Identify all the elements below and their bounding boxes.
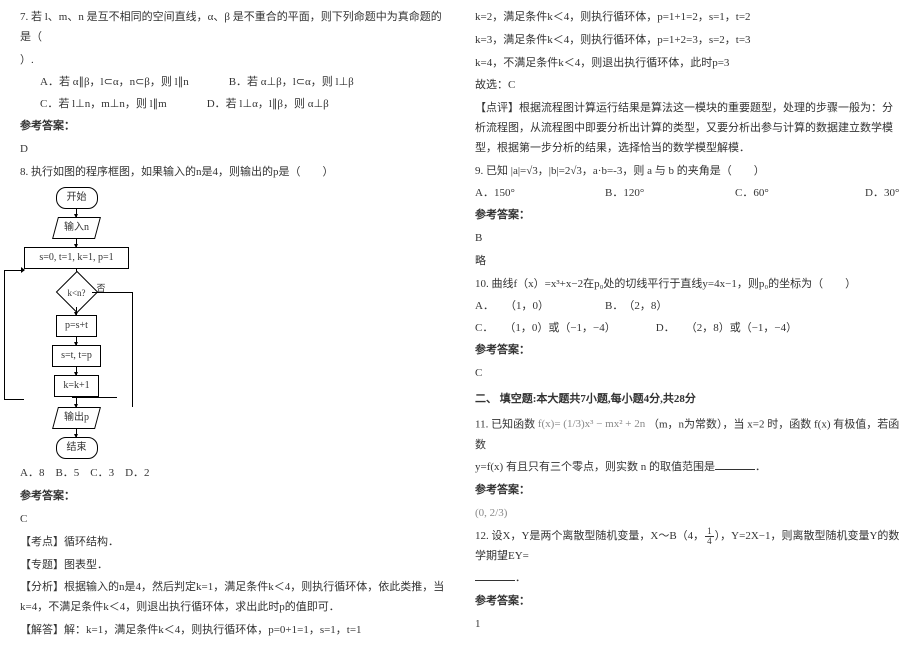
q10-answer: C bbox=[475, 364, 900, 384]
q8-answer: C bbox=[20, 510, 445, 530]
q11-blank bbox=[715, 458, 755, 470]
flow-init: s=0, t=1, k=1, p=1 bbox=[24, 247, 129, 269]
q10-opt-c: C． （1，0）或（−1，−4） bbox=[475, 319, 616, 339]
q7-opt-b: B．若 α⊥β，l⊂α，则 l⊥β bbox=[229, 73, 354, 93]
q7-opt-d: D．若 l⊥α，l∥β，则 α⊥β bbox=[207, 95, 329, 115]
flow-step2: s=t, t=p bbox=[52, 345, 101, 367]
q7-answer: D bbox=[20, 140, 445, 160]
q9-note: 略 bbox=[475, 252, 900, 272]
flow-step3: k=k+1 bbox=[54, 375, 98, 397]
flow-cond: k<n? 否 bbox=[52, 277, 102, 307]
q8-ex2: 【专题】图表型． bbox=[20, 556, 445, 576]
q11-stem-line2: y=f(x) 有且只有三个零点，则实数 n 的取值范围是． bbox=[475, 458, 900, 478]
flow-output: 输出p bbox=[52, 407, 101, 429]
q12-fraction: 14 bbox=[705, 527, 714, 546]
flowchart: 开始 输入n s=0, t=1, k=1, p=1 k<n? 否 p=s+t s… bbox=[24, 187, 445, 459]
q9-answer: B bbox=[475, 229, 900, 249]
q12-stem: 12. 设X，Y是两个离散型随机变量，X～B（4，14），Y=2X−1，则离散型… bbox=[475, 527, 900, 567]
q8-ex1: 【考点】循环结构． bbox=[20, 533, 445, 553]
q9-opt-a: A．150° bbox=[475, 184, 565, 204]
q7-opt-c: C．若 l⊥n，m⊥n，则 l∥m bbox=[40, 95, 167, 115]
q7-stem-line1: 7. 若 l、m、n 是互不相同的空间直线，α、β 是不重合的平面，则下列命题中… bbox=[20, 8, 445, 48]
q10-opt-d: D． （2，8）或（−1，−4） bbox=[656, 319, 797, 339]
flow-step1: p=s+t bbox=[56, 315, 97, 337]
q12-stem-line2: ． bbox=[475, 569, 900, 589]
q12-blank bbox=[475, 569, 515, 581]
q7-opt-a: A．若 α∥β，l⊂α，n⊂β，则 l∥n bbox=[40, 73, 189, 93]
q9-stem: 9. 已知 |a|=√3，|b|=2√3，a·b=-3，则 a 与 b 的夹角是… bbox=[475, 162, 900, 182]
q10-answer-label: 参考答案： bbox=[475, 341, 900, 361]
q8-ex4: 【解答】解：k=1，满足条件k＜4，则执行循环体，p=0+1=1，s=1，t=1 bbox=[20, 621, 445, 641]
q8-cont1: k=2，满足条件k＜4，则执行循环体，p=1+1=2，s=1，t=2 bbox=[475, 8, 900, 28]
q8-stem: 8. 执行如图的程序框图，如果输入的n是4，则输出的p是（ ） bbox=[20, 163, 445, 183]
flow-end: 结束 bbox=[56, 437, 98, 459]
q12-answer-label: 参考答案： bbox=[475, 592, 900, 612]
q9-opt-d: D．30° bbox=[865, 184, 920, 204]
flow-input: 输入n bbox=[52, 217, 101, 239]
q10-opt-b: B． （2，8） bbox=[605, 297, 695, 317]
q7-answer-label: 参考答案： bbox=[20, 117, 445, 137]
q8-answer-label: 参考答案： bbox=[20, 487, 445, 507]
flow-start: 开始 bbox=[56, 187, 98, 209]
q12-answer: 1 bbox=[475, 615, 900, 635]
q7-stem-line2: ）. bbox=[20, 51, 445, 71]
q10-stem: 10. 曲线f（x）=x³+x−2在p₀处的切线平行于直线y=4x−1，则p₀的… bbox=[475, 275, 900, 295]
section-title-fill: 二、 填空题:本大题共7小题,每小题4分,共28分 bbox=[475, 390, 900, 410]
q8-cont2: k=3，满足条件k＜4，则执行循环体，p=1+2=3，s=2，t=3 bbox=[475, 31, 900, 51]
q10-opt-a: A． （1，0） bbox=[475, 297, 565, 317]
q8-cont3: k=4，不满足条件k＜4，则退出执行循环体，此时p=3 bbox=[475, 54, 900, 74]
q11-answer-label: 参考答案： bbox=[475, 481, 900, 501]
q11-answer: (0, 2/3) bbox=[475, 504, 900, 524]
q11-formula: f(x)= (1/3)x³ − mx² + 2n bbox=[538, 415, 645, 435]
q11-stem: 11. 已知函数 f(x)= (1/3)x³ − mx² + 2n （m，n为常… bbox=[475, 415, 900, 455]
q8-ex3: 【分析】根据输入的n是4，然后判定k=1，满足条件k＜4，则执行循环体，依此类推… bbox=[20, 578, 445, 618]
q9-answer-label: 参考答案： bbox=[475, 206, 900, 226]
q8-opts: A．8 B．5 C．3 D．2 bbox=[20, 464, 445, 484]
q9-opt-c: C．60° bbox=[735, 184, 825, 204]
q8-cont4: 故选：C bbox=[475, 76, 900, 96]
q9-opt-b: B．120° bbox=[605, 184, 695, 204]
q8-cont5: 【点评】根据流程图计算运行结果是算法这一模块的重要题型，处理的步骤一般为：分析流… bbox=[475, 99, 900, 158]
